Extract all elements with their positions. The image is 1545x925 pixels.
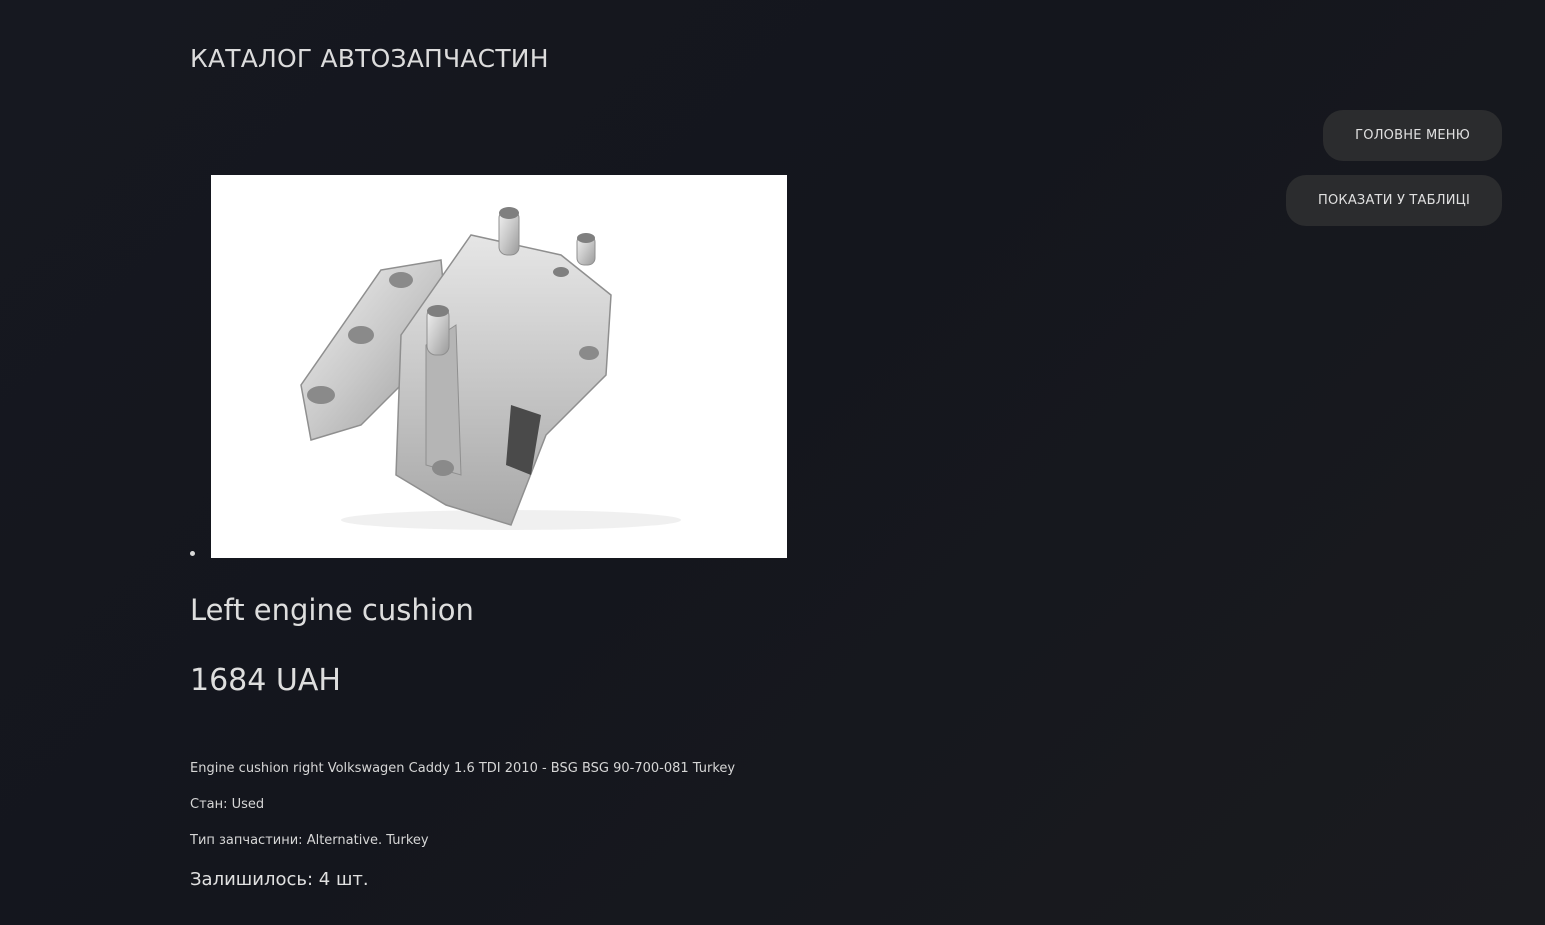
condition-label: Стан: (190, 797, 228, 812)
show-table-button[interactable]: ПОКАЗАТИ У ТАБЛИЦІ (1286, 175, 1502, 226)
product-image-list (190, 175, 787, 558)
product-description: Engine cushion right Volkswagen Caddy 1.… (190, 761, 736, 776)
product-stock: Залишилось: 4 шт. (190, 869, 369, 890)
list-bullet (190, 551, 195, 556)
product-condition: Стан: Used (190, 797, 264, 812)
condition-value: Used (231, 797, 265, 812)
page-title: КАТАЛОГ АВТОЗАПЧАСТИН (190, 44, 549, 73)
stock-label: Залишилось: (190, 869, 314, 890)
part-type-value: Alternative. Turkey (306, 833, 429, 848)
product-image (211, 175, 787, 558)
product-name: Left engine cushion (190, 593, 474, 627)
product-image-item (190, 175, 787, 558)
stock-value: 4 шт. (318, 869, 369, 890)
part-type-label: Тип запчастини: (190, 833, 303, 848)
main-menu-button[interactable]: ГОЛОВНЕ МЕНЮ (1323, 110, 1502, 161)
product-price: 1684 UAH (190, 663, 341, 698)
product-part-type: Тип запчастини: Alternative. Turkey (190, 833, 429, 848)
